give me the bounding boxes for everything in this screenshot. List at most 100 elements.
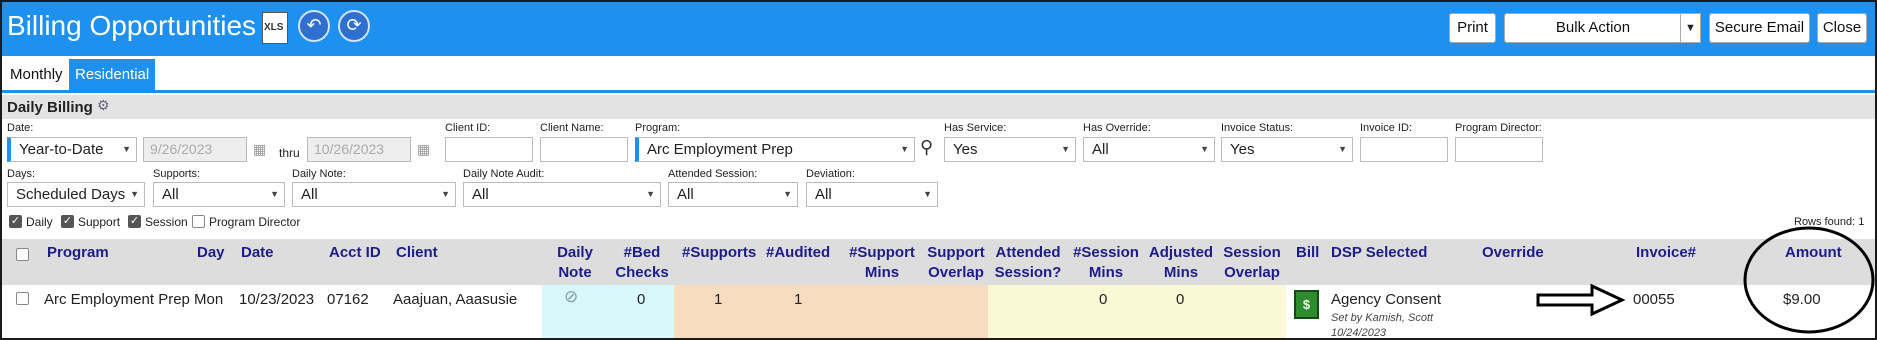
col-support-mins-line1: #Support (849, 244, 915, 261)
cell-bed-checks: 0 (637, 291, 646, 308)
select-all-checkbox[interactable] (16, 248, 29, 261)
col-dsp-selected[interactable]: DSP Selected (1331, 243, 1427, 263)
date-to-input[interactable]: 10/26/2023 (307, 137, 411, 162)
bill-icon[interactable]: $ (1294, 290, 1319, 319)
tab-residential[interactable]: Residential (69, 59, 156, 91)
col-attended-session-line1: Attended (995, 244, 1061, 261)
col-invoice[interactable]: Invoice# (1636, 243, 1696, 263)
chevron-down-icon: ▼ (1338, 144, 1347, 154)
client-name-label: Client Name: (540, 122, 604, 134)
export-xls-icon[interactable]: XLS (262, 12, 288, 44)
col-override[interactable]: Override (1482, 243, 1544, 263)
client-name-input[interactable] (540, 137, 628, 162)
invoice-status-label: Invoice Status: (1221, 122, 1294, 134)
col-support-overlap[interactable]: Support Overlap (924, 243, 988, 283)
has-override-select[interactable]: All ▼ (1083, 137, 1215, 162)
col-adjusted-mins[interactable]: Adjusted Mins (1147, 243, 1215, 283)
session-checkbox[interactable]: ✓ (128, 215, 141, 228)
note-cell-bg (542, 285, 674, 338)
gear-icon[interactable]: ⚙ (97, 97, 110, 114)
daily-note-select[interactable]: All ▼ (292, 182, 456, 207)
date-from-input[interactable]: 9/26/2023 (143, 137, 247, 162)
col-support-overlap-line1: Support (927, 244, 985, 261)
chevron-down-icon[interactable]: ▼ (1680, 13, 1701, 43)
chevron-down-icon: ▼ (1061, 144, 1070, 154)
bulk-action-select[interactable]: Bulk Action (1504, 13, 1682, 43)
col-session-mins[interactable]: #Session Mins (1070, 243, 1142, 283)
attended-session-label: Attended Session: (668, 168, 758, 180)
search-icon[interactable]: ⚲ (920, 137, 933, 158)
chevron-down-icon: ▼ (646, 189, 655, 199)
invoice-id-label: Invoice ID: (1360, 122, 1412, 134)
secure-email-button[interactable]: Secure Email (1709, 13, 1810, 43)
tab-monthly[interactable]: Monthly (4, 59, 69, 91)
close-button[interactable]: Close (1817, 13, 1867, 43)
col-supports[interactable]: #Supports (682, 243, 756, 263)
cell-audited: 1 (794, 291, 803, 308)
section-title: Daily Billing (7, 99, 93, 116)
support-checkbox[interactable]: ✓ (61, 215, 74, 228)
invoice-id-input[interactable] (1360, 137, 1448, 162)
daily-checkbox-label: Daily (26, 215, 53, 229)
daily-checkbox[interactable]: ✓ (9, 215, 22, 228)
col-attended-session[interactable]: Attended Session? (993, 243, 1063, 283)
xls-icon-label: XLS (264, 22, 284, 33)
program-director-checkbox-label: Program Director (209, 215, 301, 229)
row-checkbox[interactable] (16, 292, 29, 305)
col-support-overlap-line2: Overlap (928, 264, 984, 281)
daily-note-value: All (301, 186, 318, 203)
undo-icon[interactable]: ↶ (298, 10, 330, 42)
calendar-icon[interactable]: ▦ (417, 141, 430, 158)
col-date[interactable]: Date (241, 243, 274, 263)
col-program[interactable]: Program (47, 243, 109, 263)
col-day[interactable]: Day (197, 243, 225, 263)
program-director-label: Program Director: (1455, 122, 1542, 134)
date-range-select[interactable]: Year-to-Date ▼ (7, 137, 137, 162)
col-audited[interactable]: #Audited (766, 243, 830, 263)
calendar-icon[interactable]: ▦ (253, 141, 266, 158)
cell-invoice[interactable]: 00055 (1633, 291, 1675, 308)
col-bill[interactable]: Bill (1296, 243, 1319, 263)
supports-value: All (162, 186, 179, 203)
program-director-checkbox[interactable] (192, 215, 205, 228)
client-id-input[interactable] (445, 137, 533, 162)
section-bar (2, 95, 1875, 119)
chevron-down-icon: ▼ (1200, 144, 1209, 154)
col-attended-session-line2: Session? (994, 264, 1062, 281)
note-hidden-icon[interactable]: ⊘ (564, 287, 578, 307)
invoice-status-select[interactable]: Yes ▼ (1221, 137, 1353, 162)
has-override-value: All (1092, 141, 1109, 158)
has-service-label: Has Service: (944, 122, 1007, 134)
col-daily-note[interactable]: Daily Note (548, 243, 602, 283)
attended-session-select[interactable]: All ▼ (668, 182, 798, 207)
refresh-icon[interactable]: ⟳ (338, 10, 370, 42)
chevron-down-icon: ▼ (923, 189, 932, 199)
col-bed-checks-line1: #Bed (623, 244, 661, 261)
days-select[interactable]: Scheduled Days ▼ (7, 182, 145, 207)
chevron-down-icon: ▼ (783, 189, 792, 199)
col-client[interactable]: Client (396, 243, 438, 263)
col-session-overlap[interactable]: Session Overlap (1220, 243, 1284, 283)
days-label: Days: (7, 168, 36, 180)
days-value: Scheduled Days (16, 186, 126, 203)
supports-select[interactable]: All ▼ (153, 182, 285, 207)
col-support-mins[interactable]: #Support Mins (842, 243, 922, 283)
session-cell-bg (988, 285, 1286, 338)
cell-dsp-selected[interactable]: Agency Consent (1331, 291, 1441, 308)
col-acct-id[interactable]: Acct ID (329, 243, 381, 263)
tab-underline (2, 90, 1875, 93)
col-bed-checks[interactable]: #Bed Checks (612, 243, 672, 283)
print-button[interactable]: Print (1449, 13, 1496, 43)
daily-note-audit-value: All (472, 186, 489, 203)
support-checkbox-label: Support (78, 215, 121, 229)
deviation-value: All (815, 186, 832, 203)
daily-note-audit-select[interactable]: All ▼ (463, 182, 661, 207)
program-select[interactable]: Arc Employment Prep ▼ (635, 137, 915, 162)
program-director-input[interactable] (1455, 137, 1543, 162)
date-label: Date: (7, 122, 34, 134)
deviation-select[interactable]: All ▼ (806, 182, 938, 207)
col-bed-checks-line2: Checks (615, 264, 669, 281)
cell-client[interactable]: Aaajuan, Aaasusie (393, 291, 517, 308)
has-service-select[interactable]: Yes ▼ (944, 137, 1076, 162)
chevron-down-icon: ▼ (130, 189, 139, 199)
